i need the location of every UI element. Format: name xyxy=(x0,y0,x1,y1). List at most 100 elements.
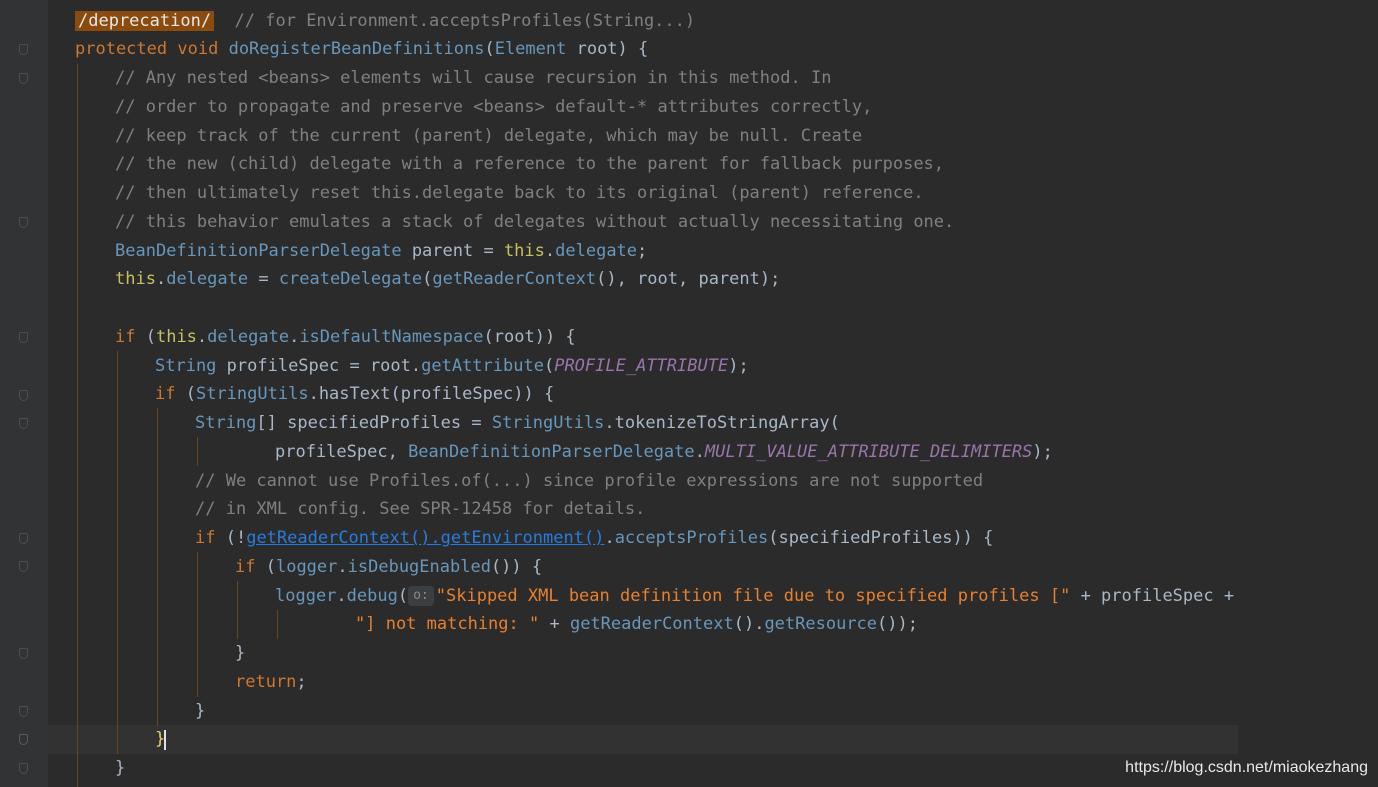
closing-brace: } xyxy=(195,701,206,721)
keyword-this: this xyxy=(155,327,197,347)
code-line[interactable]: String profileSpec = root.getAttribute(P… xyxy=(155,352,749,381)
method-call: isDebugEnabled xyxy=(347,557,491,577)
code-line[interactable]: // in XML config. See SPR-12458 for deta… xyxy=(195,495,645,524)
code-line[interactable]: // order to propagate and preserve <bean… xyxy=(115,93,872,122)
code-text: (specifiedProfiles)) { xyxy=(768,528,994,548)
deprecation-tag: /deprecation/ xyxy=(75,11,215,31)
code-editor[interactable]: /deprecation/ // for Environment.accepts… xyxy=(0,0,1378,787)
punctuation: ()); xyxy=(877,614,918,634)
editor-gutter xyxy=(0,0,48,787)
closing-brace: } xyxy=(115,758,126,778)
code-line[interactable]: // this behavior emulates a stack of del… xyxy=(115,208,954,237)
parameter-hint: o: xyxy=(408,586,434,606)
fold-marker-icon[interactable] xyxy=(19,561,28,572)
code-line[interactable]: if (logger.isDebugEnabled()) { xyxy=(235,553,542,582)
punctuation: ) { xyxy=(617,39,649,59)
code-line[interactable]: return; xyxy=(235,668,307,697)
string-literal: "] not matching: " xyxy=(355,614,540,634)
constant-name: PROFILE_ATTRIBUTE xyxy=(554,356,729,376)
fold-marker-icon[interactable] xyxy=(19,734,28,745)
method-call: debug xyxy=(346,586,398,606)
code-comment: // then ultimately reset this.delegate b… xyxy=(115,183,924,203)
text-caret xyxy=(164,730,166,750)
code-line[interactable]: "] not matching: " + getReaderContext().… xyxy=(355,610,918,639)
keyword: protected xyxy=(75,39,168,59)
code-text: (), root, parent); xyxy=(596,269,781,289)
code-line[interactable]: logger.debug(o: "Skipped XML bean definit… xyxy=(275,582,1234,611)
code-line[interactable]: // Any nested <beans> elements will caus… xyxy=(115,64,831,93)
class-name: StringUtils xyxy=(491,413,605,433)
indent-guide xyxy=(157,408,158,726)
code-line[interactable]: protected void doRegisterBeanDefinitions… xyxy=(75,35,648,64)
punctuation: . xyxy=(604,528,615,548)
code-text: (root)) { xyxy=(483,327,576,347)
fold-marker-icon[interactable] xyxy=(19,763,28,774)
code-text: parent = xyxy=(401,241,504,261)
punctuation: (). xyxy=(733,614,765,634)
punctuation: ); xyxy=(1032,442,1053,462)
type-name: BeanDefinitionParserDelegate xyxy=(115,241,402,261)
fold-marker-icon[interactable] xyxy=(19,648,28,659)
deprecated-call-link[interactable]: getReaderContext().getEnvironment() xyxy=(246,528,604,548)
method-name: doRegisterBeanDefinitions xyxy=(228,39,485,59)
code-line[interactable]: if (StringUtils.hasText(profileSpec)) { xyxy=(155,380,554,409)
code-line[interactable]: BeanDefinitionParserDelegate parent = th… xyxy=(115,237,647,266)
method-call: getAttribute xyxy=(421,356,544,376)
closing-brace: } xyxy=(235,643,246,663)
code-line[interactable]: } xyxy=(115,754,125,783)
code-comment: // the new (child) delegate with a refer… xyxy=(115,154,945,174)
code-line[interactable]: profileSpec, BeanDefinitionParserDelegat… xyxy=(275,438,1053,467)
punctuation: ( xyxy=(255,557,276,577)
param-name: root xyxy=(566,39,618,59)
keyword-this: this xyxy=(115,269,156,289)
code-text: profileSpec, xyxy=(275,442,409,462)
class-name: BeanDefinitionParserDelegate xyxy=(408,442,695,462)
keyword: return xyxy=(235,672,297,692)
code-line[interactable]: if (this.delegate.isDefaultNamespace(roo… xyxy=(115,323,576,352)
code-line[interactable]: } xyxy=(195,697,205,726)
punctuation: ( xyxy=(829,413,840,433)
punctuation: ( xyxy=(175,384,196,404)
fold-marker-icon[interactable] xyxy=(19,706,28,717)
code-line[interactable]: this.delegate = createDelegate(getReader… xyxy=(115,265,780,294)
fold-marker-icon[interactable] xyxy=(19,390,28,401)
field-name: logger xyxy=(275,557,338,577)
fold-marker-icon[interactable] xyxy=(19,44,28,55)
code-line[interactable]: // then ultimately reset this.delegate b… xyxy=(115,179,924,208)
code-line[interactable]: if (!getReaderContext().getEnvironment()… xyxy=(195,524,993,553)
watermark-text: https://blog.csdn.net/miaokezhang xyxy=(1125,759,1368,776)
method-call: tokenizeToStringArray xyxy=(614,413,830,433)
code-comment: // order to propagate and preserve <bean… xyxy=(115,97,873,117)
indent-guide xyxy=(197,552,198,697)
keyword: void xyxy=(177,39,219,59)
method-call: isDefaultNamespace xyxy=(299,327,484,347)
fold-marker-icon[interactable] xyxy=(19,533,28,544)
type-name: String xyxy=(155,356,217,376)
field-name: delegate xyxy=(166,269,249,289)
fold-marker-icon[interactable] xyxy=(19,217,28,228)
fold-marker-icon[interactable] xyxy=(19,418,28,429)
fold-marker-icon[interactable] xyxy=(19,73,28,84)
code-line[interactable]: } xyxy=(235,639,245,668)
punctuation: ( xyxy=(397,586,409,606)
punctuation: ( xyxy=(135,327,156,347)
code-comment: // keep track of the current (parent) de… xyxy=(115,126,863,146)
indent-guide xyxy=(237,581,238,639)
code-line[interactable]: // keep track of the current (parent) de… xyxy=(115,122,862,151)
code-text: = xyxy=(248,269,279,289)
class-name: StringUtils xyxy=(195,384,309,404)
code-line[interactable]: /deprecation/ // for Environment.accepts… xyxy=(75,7,695,36)
punctuation: ( xyxy=(484,39,495,59)
field-name: delegate xyxy=(207,327,290,347)
field-name: delegate xyxy=(555,241,638,261)
code-line[interactable]: // We cannot use Profiles.of(...) since … xyxy=(195,467,983,496)
code-text: [] specifiedProfiles = xyxy=(256,413,492,433)
punctuation: ; xyxy=(637,241,648,261)
code-line[interactable]: String[] specifiedProfiles = StringUtils… xyxy=(195,409,840,438)
code-text: + profileSpec + xyxy=(1070,586,1235,606)
method-call: getReaderContext xyxy=(432,269,597,289)
fold-marker-icon[interactable] xyxy=(19,332,28,343)
punctuation: ( xyxy=(543,356,555,376)
code-line[interactable]: // the new (child) delegate with a refer… xyxy=(115,150,944,179)
type-name: String xyxy=(195,413,257,433)
